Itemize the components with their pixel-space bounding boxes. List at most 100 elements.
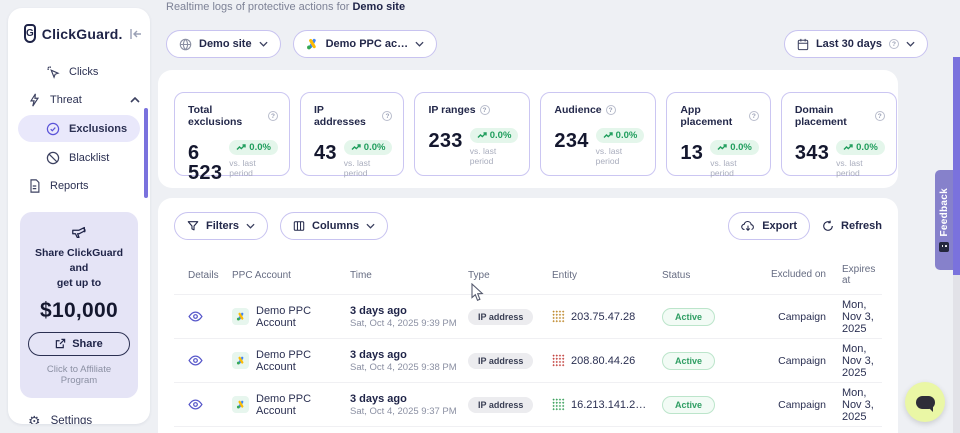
sidebar-collapse-icon[interactable]	[129, 28, 143, 40]
document-icon	[28, 179, 41, 193]
table-header-row: Details PPC Account Time Type Entity Sta…	[158, 240, 898, 294]
stat-delta-sub: vs. last period	[596, 146, 645, 166]
trend-up-icon	[603, 132, 613, 139]
chevron-down-icon	[415, 41, 424, 47]
chat-bubble-icon	[916, 396, 935, 409]
subtitle-prefix: Realtime logs of protective actions for	[166, 1, 352, 13]
row-excluded-on: Campaign	[762, 311, 832, 323]
table-row: Demo PPC Account 3 days agoSat, Oct 4, 2…	[158, 295, 898, 338]
stat-value: 6 523	[188, 143, 222, 183]
page-subtitle: Realtime logs of protective actions for …	[166, 1, 405, 13]
row-details-eye-icon[interactable]	[188, 355, 203, 366]
sidebar-nav: Clicks Threat Exclusions Blacklist	[8, 59, 150, 198]
date-range-dropdown[interactable]: Last 30 days ?	[784, 30, 928, 58]
stat-delta-sub: vs. last period	[836, 158, 885, 178]
row-time-relative: 3 days ago	[350, 393, 468, 405]
column-header-time[interactable]: Time	[350, 270, 468, 281]
sidebar-item-settings[interactable]: ⚙ Settings	[8, 398, 150, 424]
sidebar-item-blacklist[interactable]: Blacklist	[8, 145, 150, 170]
row-details-eye-icon[interactable]	[188, 311, 203, 322]
ppc-account-filter-dropdown[interactable]: Demo PPC ac…	[293, 30, 438, 58]
chevron-down-icon	[366, 223, 375, 229]
help-icon[interactable]: ?	[749, 111, 759, 121]
chat-launcher-button[interactable]	[905, 382, 945, 422]
filters-dropdown[interactable]: Filters	[174, 212, 268, 240]
table-toolbar: Filters Columns Export	[158, 198, 898, 240]
help-icon[interactable]: ?	[382, 111, 392, 121]
sidebar-item-label: Clicks	[69, 66, 140, 78]
share-button-label: Share	[72, 338, 103, 350]
stat-value: 233	[428, 131, 462, 151]
sidebar-item-clicks[interactable]: Clicks	[8, 59, 150, 84]
stat-delta-sub: vs. last period	[344, 158, 393, 178]
stat-delta-badge: 0.0%	[229, 140, 278, 155]
help-icon[interactable]: ?	[606, 105, 616, 115]
column-header-expires-at[interactable]: Expires at	[832, 264, 881, 286]
sidebar-scrollbar[interactable]	[144, 108, 148, 198]
row-details-eye-icon[interactable]	[188, 399, 203, 410]
row-time-absolute: Sat, Oct 4, 2025 9:39 PM	[350, 318, 468, 329]
sidebar-item-label: Reports	[50, 180, 140, 192]
affiliate-promo-card: Share ClickGuard and get up to $10,000 S…	[20, 212, 138, 398]
row-expires-at: Mon, Nov 3, 2025	[832, 343, 880, 379]
sidebar-item-label: Blacklist	[69, 152, 140, 164]
column-header-type[interactable]: Type	[468, 270, 552, 281]
sidebar-item-reports[interactable]: Reports	[8, 173, 150, 198]
site-filter-dropdown[interactable]: Demo site	[166, 30, 281, 58]
export-label: Export	[762, 220, 797, 232]
export-button[interactable]: Export	[728, 212, 810, 240]
affiliate-link[interactable]: Click to Affiliate Program	[28, 364, 130, 386]
stats-row: Total exclusions? 6 523 0.0% vs. last pe…	[158, 70, 898, 176]
help-icon[interactable]: ?	[268, 111, 278, 121]
feedback-tab[interactable]: Feedback	[935, 170, 953, 270]
row-time-relative: 3 days ago	[350, 305, 468, 317]
google-ads-icon	[232, 308, 249, 325]
chevron-up-icon[interactable]	[130, 97, 140, 103]
stat-delta-badge: 0.0%	[710, 140, 759, 155]
promo-text-line1: Share ClickGuard and	[28, 246, 130, 276]
sidebar-item-exclusions[interactable]: Exclusions	[18, 115, 140, 142]
share-button[interactable]: Share	[28, 332, 130, 356]
stat-value: 13	[680, 143, 703, 163]
sidebar-item-label: Threat	[50, 94, 121, 106]
country-flag-icon	[552, 310, 565, 323]
stat-card-ip-addresses: IP addresses? 43 0.0% vs. last period	[300, 92, 405, 176]
stat-label: IP ranges	[428, 104, 475, 116]
refresh-button[interactable]: Refresh	[822, 220, 882, 232]
trend-up-icon	[843, 144, 853, 151]
megaphone-icon	[28, 224, 130, 240]
row-time-absolute: Sat, Oct 4, 2025 9:37 PM	[350, 406, 468, 417]
help-icon[interactable]: ?	[480, 105, 490, 115]
columns-dropdown[interactable]: Columns	[280, 212, 388, 240]
column-header-entity[interactable]: Entity	[552, 270, 662, 281]
settings-label: Settings	[51, 415, 93, 424]
chevron-down-icon	[246, 223, 255, 229]
column-header-excluded-on[interactable]: Excluded on	[762, 269, 832, 282]
trend-up-icon	[477, 132, 487, 139]
row-account: Demo PPC Account	[256, 393, 350, 417]
clickguard-logo-icon: G	[24, 24, 36, 43]
stat-delta-badge: 0.0%	[596, 128, 645, 143]
row-type-badge: IP address	[468, 309, 533, 325]
column-header-status[interactable]: Status	[662, 270, 762, 281]
trend-up-icon	[717, 144, 727, 151]
sidebar-item-threat[interactable]: Threat	[8, 87, 150, 112]
help-icon: ?	[889, 39, 899, 49]
row-excluded-on: Campaign	[762, 355, 832, 367]
google-ads-icon	[306, 38, 319, 50]
row-entity: 208.80.44.26	[571, 355, 635, 367]
help-icon[interactable]: ?	[875, 111, 885, 121]
column-header-ppc-account[interactable]: PPC Account	[232, 270, 350, 281]
stat-label: Audience	[554, 104, 601, 116]
row-status-badge: Active	[662, 308, 715, 326]
columns-icon	[293, 220, 305, 232]
gear-icon: ⚙	[28, 414, 41, 424]
google-ads-icon	[232, 352, 249, 369]
globe-icon	[179, 38, 192, 51]
stat-delta-badge: 0.0%	[344, 140, 393, 155]
stat-delta-badge: 0.0%	[836, 140, 885, 155]
filters-label: Filters	[206, 220, 239, 232]
page-scrollbar-thumb[interactable]	[953, 57, 960, 275]
table-row: Demo PPC Account 3 days agoSat, Oct 4, 2…	[158, 383, 898, 426]
column-header-details[interactable]: Details	[188, 270, 232, 281]
